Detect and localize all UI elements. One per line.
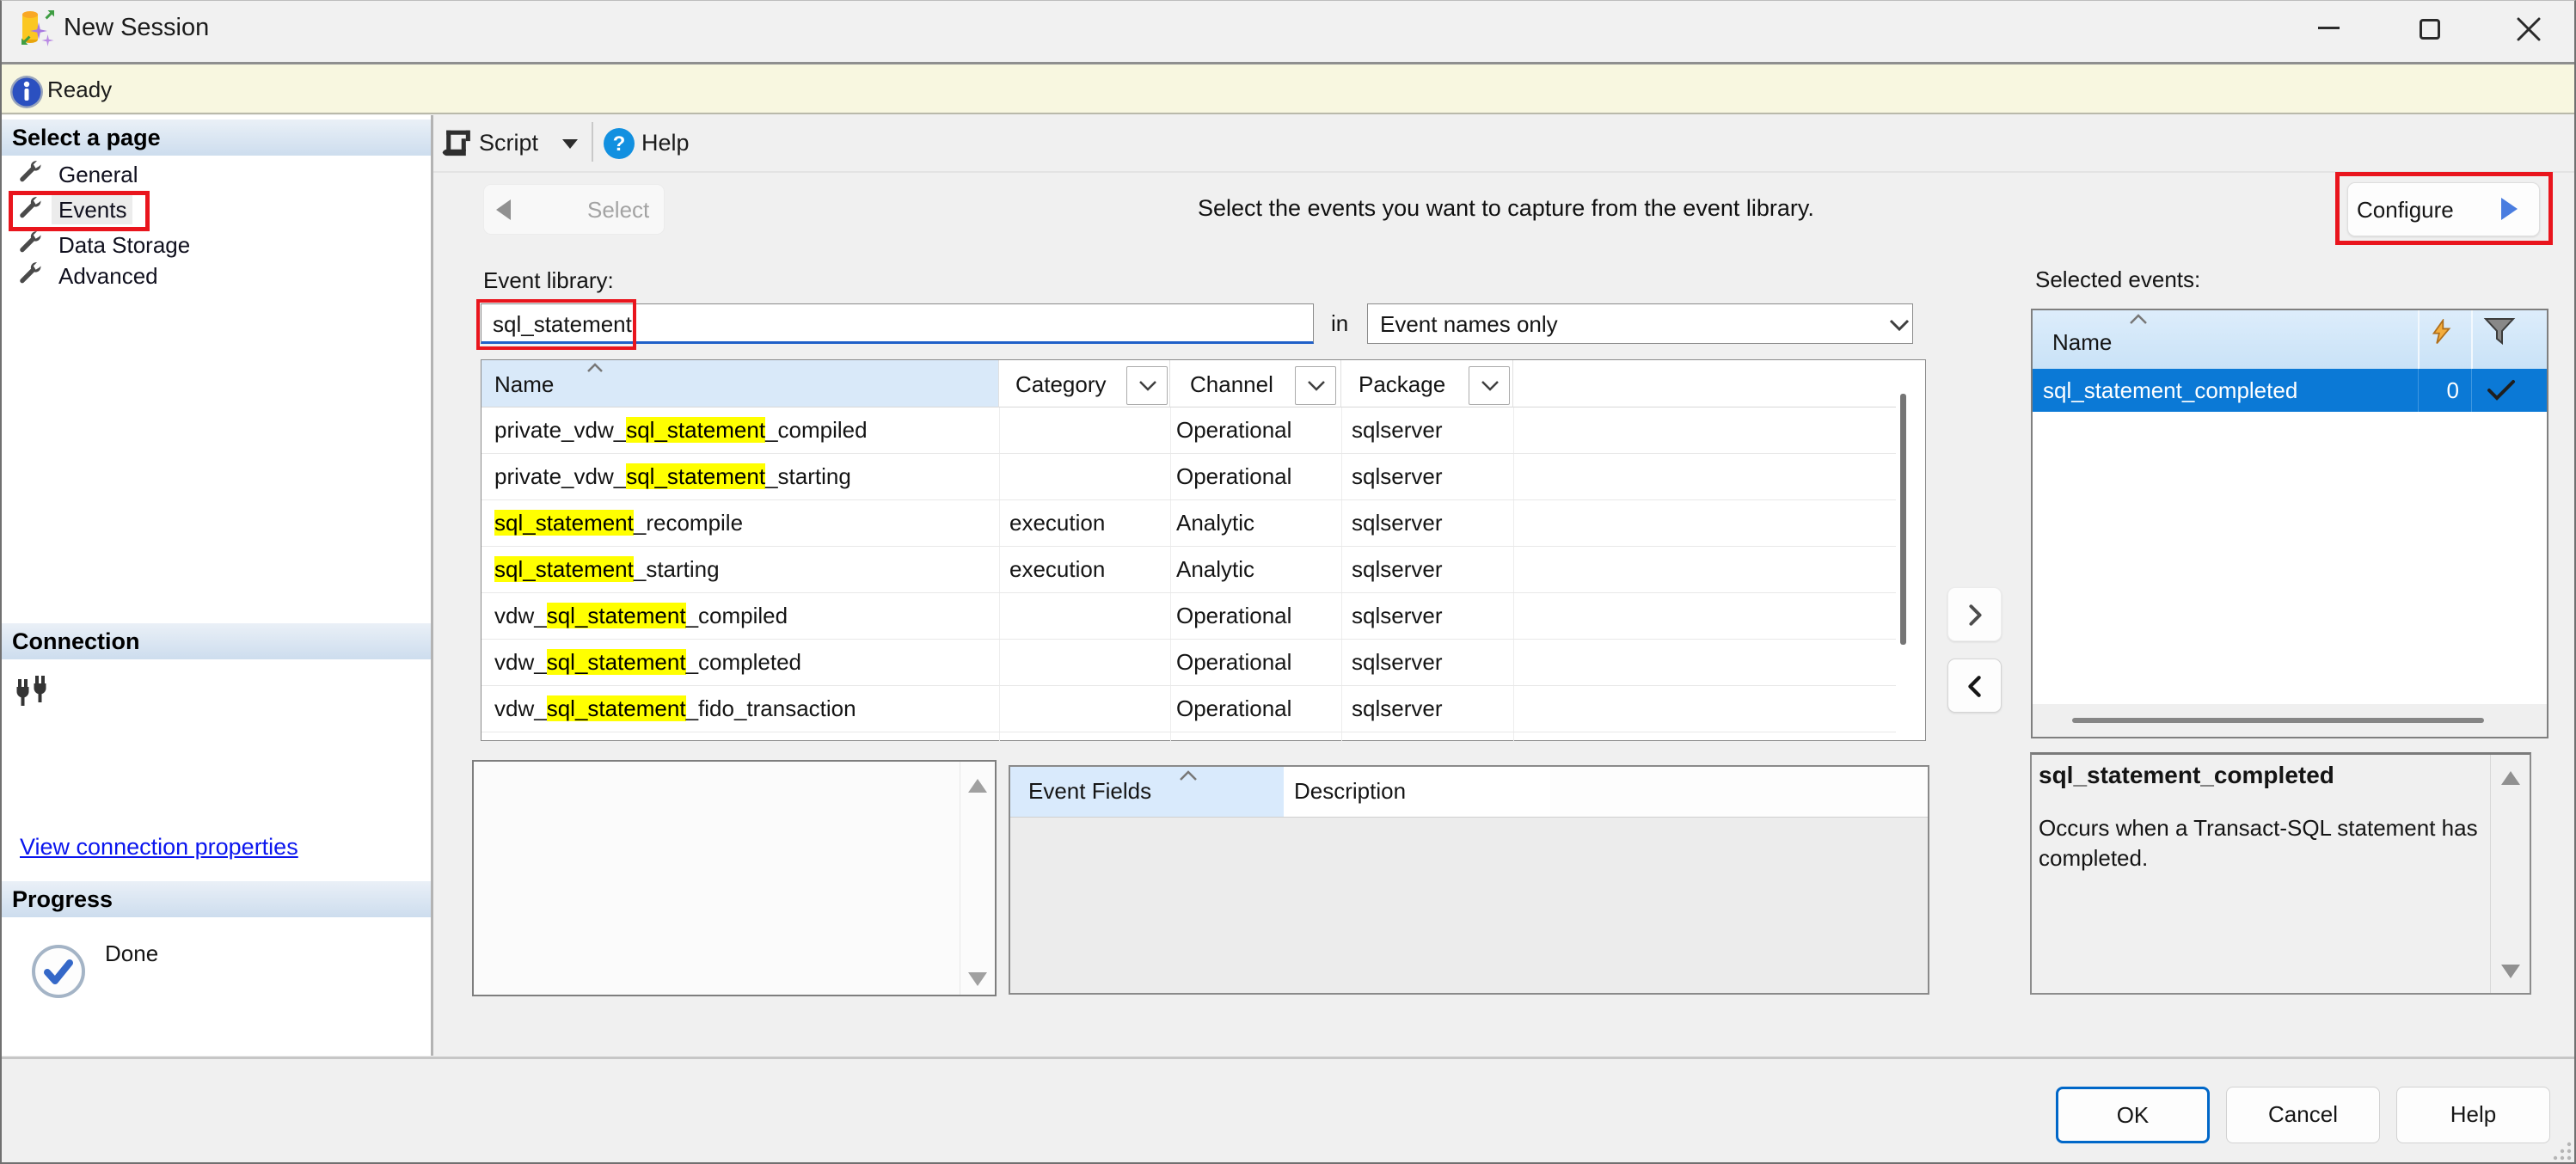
svg-text:?: ? [613, 132, 626, 156]
